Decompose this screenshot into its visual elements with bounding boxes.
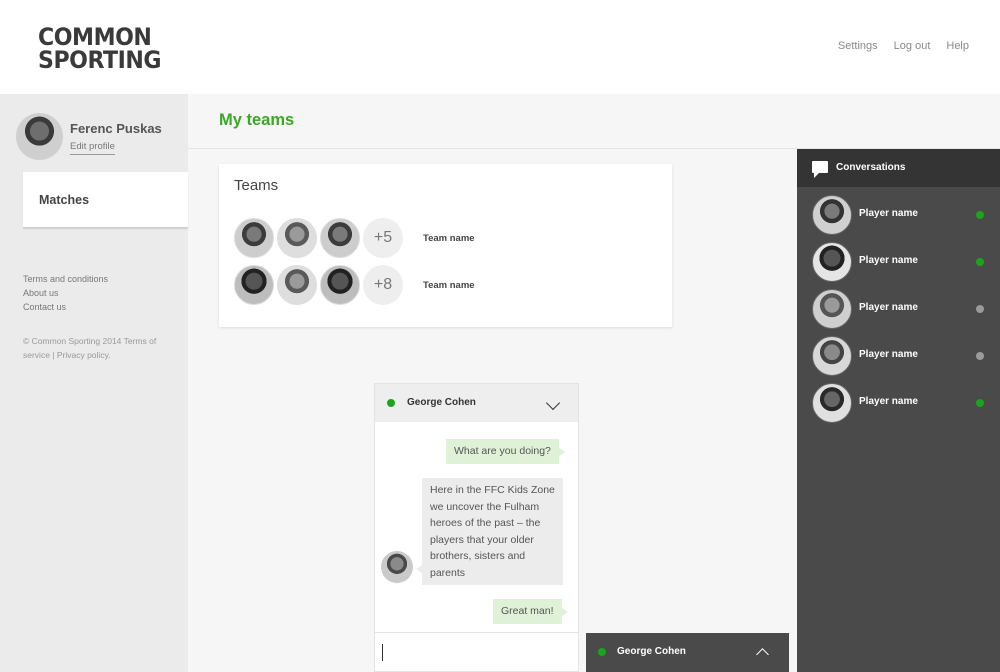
logo[interactable]: COMMON SPORTING	[38, 25, 162, 72]
logout-link[interactable]: Log out	[894, 40, 931, 52]
player-name: Player name	[859, 208, 918, 219]
teams-heading: Teams	[234, 177, 279, 194]
player-avatar	[277, 265, 317, 305]
player-name: Player name	[859, 255, 918, 266]
user-name: Ferenc Puskas	[70, 121, 162, 136]
player-avatar	[812, 383, 852, 423]
online-status-dot	[387, 399, 395, 407]
contact-link[interactable]: Contact us	[23, 300, 108, 314]
chevron-down-icon[interactable]	[545, 395, 561, 411]
team-row[interactable]: +8 Team name	[234, 265, 475, 305]
player-name: Player name	[859, 349, 918, 360]
conversation-item[interactable]: Player name	[797, 285, 1000, 332]
player-avatar	[320, 265, 360, 305]
player-name: Player name	[859, 302, 918, 313]
about-link[interactable]: About us	[23, 286, 108, 300]
message-outgoing: What are you doing?	[446, 439, 565, 464]
settings-link[interactable]: Settings	[838, 40, 878, 52]
contact-avatar	[381, 551, 413, 583]
message-outgoing: Great man!	[493, 599, 568, 624]
player-avatar	[812, 242, 852, 282]
sidebar-item-matches[interactable]: Matches	[23, 172, 188, 227]
sidebar: Ferenc Puskas Edit profile Matches Terms…	[0, 94, 188, 672]
chevron-up-icon[interactable]	[756, 648, 769, 661]
message-incoming: Here in the FFC Kids Zone we uncover the…	[416, 478, 563, 585]
avatar[interactable]	[16, 113, 63, 160]
title-bar: My teams	[188, 94, 1000, 149]
minimized-chat[interactable]: George Cohen	[586, 633, 789, 672]
player-avatar	[812, 289, 852, 329]
conversations-header: Conversations	[797, 149, 1000, 187]
text-caret	[382, 644, 383, 661]
teams-card: Teams +5 Team name +8 Team name	[219, 164, 672, 327]
help-link[interactable]: Help	[946, 40, 969, 52]
chat-window: George Cohen What are you doing? Here in…	[374, 383, 579, 672]
top-nav: Settings Log out Help	[838, 40, 969, 52]
online-status-dot	[598, 648, 606, 656]
message-input[interactable]	[375, 632, 578, 671]
online-status-dot	[976, 211, 984, 219]
team-name[interactable]: Team name	[423, 280, 475, 291]
terms-link[interactable]: Terms and conditions	[23, 272, 108, 286]
copyright: © Common Sporting 2014 Terms of service …	[23, 336, 157, 360]
player-avatar	[234, 218, 274, 258]
player-avatar	[812, 336, 852, 376]
header: COMMON SPORTING Settings Log out Help	[0, 0, 1000, 94]
conversation-item[interactable]: Player name	[797, 332, 1000, 379]
player-name: Player name	[859, 396, 918, 407]
chat-contact-name: George Cohen	[407, 397, 476, 408]
online-status-dot	[976, 399, 984, 407]
edit-profile-link[interactable]: Edit profile	[70, 141, 115, 155]
online-status-dot	[976, 258, 984, 266]
page-title: My teams	[219, 111, 295, 129]
player-avatar	[277, 218, 317, 258]
team-row[interactable]: +5 Team name	[234, 218, 475, 258]
conversations-title: Conversations	[836, 162, 906, 173]
speech-bubble-icon	[812, 161, 828, 178]
offline-status-dot	[976, 352, 984, 360]
more-players-count: +5	[363, 218, 403, 258]
player-avatar	[234, 265, 274, 305]
more-players-count: +8	[363, 265, 403, 305]
player-avatar	[812, 195, 852, 235]
conversations-panel: Conversations Player name Player name Pl…	[797, 149, 1000, 672]
footer-links: Terms and conditions About us Contact us	[23, 272, 108, 314]
chat-contact-name: George Cohen	[617, 646, 686, 657]
team-name[interactable]: Team name	[423, 233, 475, 244]
conversation-item[interactable]: Player name	[797, 238, 1000, 285]
conversation-item[interactable]: Player name	[797, 379, 1000, 426]
offline-status-dot	[976, 305, 984, 313]
chat-header[interactable]: George Cohen	[375, 384, 578, 422]
conversation-item[interactable]: Player name	[797, 191, 1000, 238]
player-avatar	[320, 218, 360, 258]
